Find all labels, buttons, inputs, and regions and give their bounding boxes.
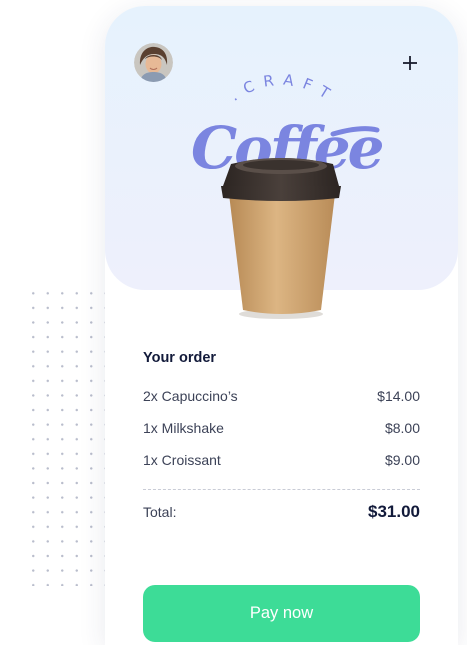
svg-text:.CRAFT.: .CRAFT. — [183, 68, 339, 106]
order-total: Total: $31.00 — [143, 500, 420, 524]
dashed-divider — [143, 489, 420, 490]
item-name: 1x Milkshake — [143, 420, 224, 436]
order-card: .CRAFT. Coffee — [105, 6, 458, 645]
item-price: $14.00 — [377, 388, 420, 404]
order-line-item: 1x Milkshake $8.00 — [143, 418, 420, 438]
dot-grid-decoration — [26, 286, 106, 586]
total-amount: $31.00 — [368, 502, 420, 521]
total-label: Total: — [143, 504, 177, 520]
order-section-title: Your order — [143, 350, 217, 366]
order-line-item: 1x Croissant $9.00 — [143, 450, 420, 470]
user-avatar[interactable] — [134, 43, 173, 82]
item-price: $9.00 — [384, 452, 420, 468]
item-name: 2x Capuccino’s — [143, 388, 238, 404]
hero-banner: .CRAFT. Coffee — [105, 6, 458, 319]
order-line-item: 2x Capuccino’s $14.00 — [143, 386, 420, 406]
add-button[interactable] — [399, 52, 421, 74]
coffee-cup-image — [217, 154, 347, 324]
item-price: $8.00 — [384, 420, 420, 436]
item-name: 1x Croissant — [143, 452, 221, 468]
plus-icon — [403, 56, 417, 70]
pay-now-button[interactable]: Pay now — [143, 585, 420, 642]
